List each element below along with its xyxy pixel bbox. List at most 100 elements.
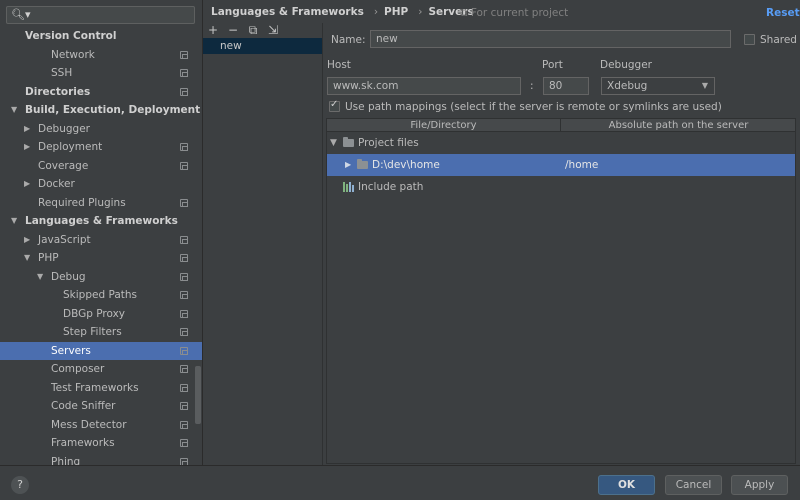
sidebar-item[interactable]: Skipped Paths: [0, 286, 202, 305]
expand-right-arrow-icon[interactable]: ▶: [24, 138, 30, 157]
sidebar-item[interactable]: Required Plugins: [0, 194, 202, 213]
sidebar-item[interactable]: Servers: [0, 341, 202, 360]
cancel-button[interactable]: Cancel: [665, 475, 722, 495]
sidebar-item[interactable]: Test Frameworks: [0, 379, 202, 398]
port-label: Port: [542, 59, 563, 71]
expand-down-arrow-icon[interactable]: ▼: [11, 101, 17, 120]
sidebar-item[interactable]: Composer: [0, 360, 202, 379]
remote-path-cell[interactable]: /home: [565, 154, 598, 176]
expand-right-arrow-icon[interactable]: ▶: [24, 231, 30, 250]
project-files-row[interactable]: ▼ Project files: [327, 132, 795, 154]
project-scope-icon: [180, 402, 188, 410]
table-row[interactable]: ▶ D:\dev\home /home: [327, 154, 795, 176]
folder-icon: [343, 137, 354, 147]
expand-right-arrow-icon[interactable]: ▶: [24, 120, 30, 139]
sidebar-scrollbar[interactable]: [195, 366, 201, 424]
sidebar-item-label: Step Filters: [63, 326, 122, 338]
sidebar-item-label: Directories: [25, 85, 91, 98]
sidebar-item[interactable]: Version Control: [0, 27, 202, 46]
name-field[interactable]: new: [370, 30, 731, 48]
project-scope-icon: [180, 383, 188, 392]
column-header-absolute-path[interactable]: Absolute path on the server: [562, 119, 795, 132]
breadcrumb-item: Languages & Frameworks: [211, 6, 364, 18]
host-field[interactable]: www.sk.com: [327, 77, 521, 95]
sidebar-item-label: Composer: [51, 363, 105, 375]
project-scope-icon: [180, 198, 188, 207]
sidebar-item-label: PHP: [38, 252, 59, 264]
breadcrumb-separator: ›: [373, 6, 379, 18]
column-header-file-directory[interactable]: File/Directory: [327, 119, 561, 132]
sidebar-item-label: DBGp Proxy: [63, 307, 126, 320]
ok-button[interactable]: OK: [598, 475, 655, 495]
project-scope-icon: [180, 235, 188, 244]
chevron-down-icon: ▼: [701, 81, 708, 90]
sidebar-item[interactable]: Phing: [0, 453, 202, 465]
shared-checkbox[interactable]: [744, 34, 755, 45]
sidebar-item[interactable]: ▶ Deployment: [0, 138, 202, 157]
sidebar-item[interactable]: Network: [0, 46, 202, 65]
project-scope-icon: [180, 328, 188, 336]
add-icon[interactable]: +: [206, 23, 220, 37]
project-scope-icon: ⧉: [460, 7, 471, 19]
sidebar-item[interactable]: SSH: [0, 64, 202, 83]
project-scope-icon: [180, 87, 188, 96]
sidebar-item[interactable]: DBGp Proxy: [0, 305, 202, 324]
sidebar-item[interactable]: Mess Detector: [0, 416, 202, 435]
scope-note: ⧉ For current project: [460, 7, 569, 19]
project-scope-icon: [180, 143, 188, 151]
debugger-label: Debugger: [600, 59, 652, 71]
shared-label: Shared: [760, 34, 797, 46]
project-files-label: Project files: [358, 137, 419, 149]
sidebar-item[interactable]: ▼ Build, Execution, Deployment: [0, 101, 202, 120]
sidebar-item[interactable]: ▶ Debugger: [0, 120, 202, 139]
sidebar-item-label: Languages & Frameworks: [25, 215, 178, 227]
settings-search-input[interactable]: 🔍︎▾: [6, 6, 195, 24]
expand-right-arrow-icon[interactable]: ▶: [24, 175, 30, 194]
sidebar-item[interactable]: Frameworks: [0, 434, 202, 453]
remove-icon[interactable]: −: [226, 23, 240, 37]
library-icon: [343, 182, 355, 192]
include-path-row[interactable]: Include path: [327, 176, 795, 198]
apply-button[interactable]: Apply: [731, 475, 788, 495]
import-icon[interactable]: ⇲: [266, 23, 280, 37]
port-separator: :: [530, 80, 534, 92]
help-button[interactable]: ?: [11, 476, 29, 494]
path-mappings-table: File/Directory Absolute path on the serv…: [326, 118, 796, 464]
expand-down-arrow-icon[interactable]: ▼: [330, 132, 337, 154]
breadcrumb-separator: ›: [418, 6, 423, 18]
sidebar-item-label: Debugger: [38, 122, 90, 135]
sidebar-item[interactable]: ▼ Languages & Frameworks: [0, 212, 202, 231]
copy-icon[interactable]: ⧉: [246, 23, 260, 38]
use-path-mappings-checkbox[interactable]: [329, 99, 340, 112]
sidebar-item-label: Mess Detector: [51, 418, 127, 431]
include-path-label: Include path: [358, 181, 424, 193]
sidebar-item[interactable]: ▶ JavaScript: [0, 231, 202, 250]
sidebar-item[interactable]: Step Filters: [0, 323, 202, 342]
expand-down-arrow-icon[interactable]: ▼: [37, 268, 43, 287]
sidebar-item[interactable]: ▼ Debug: [0, 268, 202, 287]
sidebar-item-label: Build, Execution, Deployment: [25, 104, 201, 116]
server-list-item[interactable]: new: [203, 38, 322, 54]
sidebar-item-label: Required Plugins: [38, 196, 126, 209]
sidebar-item[interactable]: Directories: [0, 83, 202, 102]
debugger-select[interactable]: Xdebug ▼: [601, 77, 715, 95]
sidebar-item[interactable]: ▶ Docker: [0, 175, 202, 194]
expand-right-arrow-icon[interactable]: ▶: [345, 154, 351, 176]
sidebar-item-label: Docker: [38, 178, 75, 190]
sidebar-item[interactable]: Coverage: [0, 157, 202, 176]
dialog-footer: ? OK Cancel Apply: [0, 465, 800, 500]
project-scope-icon: [180, 254, 188, 262]
host-label: Host: [327, 59, 351, 71]
expand-down-arrow-icon[interactable]: ▼: [24, 249, 30, 268]
folder-icon: [357, 159, 368, 169]
reset-link[interactable]: Reset: [766, 7, 800, 19]
sidebar-item-label: Network: [51, 48, 95, 61]
project-scope-icon: [180, 346, 188, 355]
sidebar-item[interactable]: Code Sniffer: [0, 397, 202, 416]
project-scope-icon: [180, 420, 188, 429]
sidebar-item[interactable]: ▼ PHP: [0, 249, 202, 268]
expand-down-arrow-icon[interactable]: ▼: [11, 212, 17, 231]
project-scope-icon: [180, 291, 188, 299]
port-field[interactable]: 80: [543, 77, 589, 95]
project-scope-icon: [180, 69, 188, 77]
